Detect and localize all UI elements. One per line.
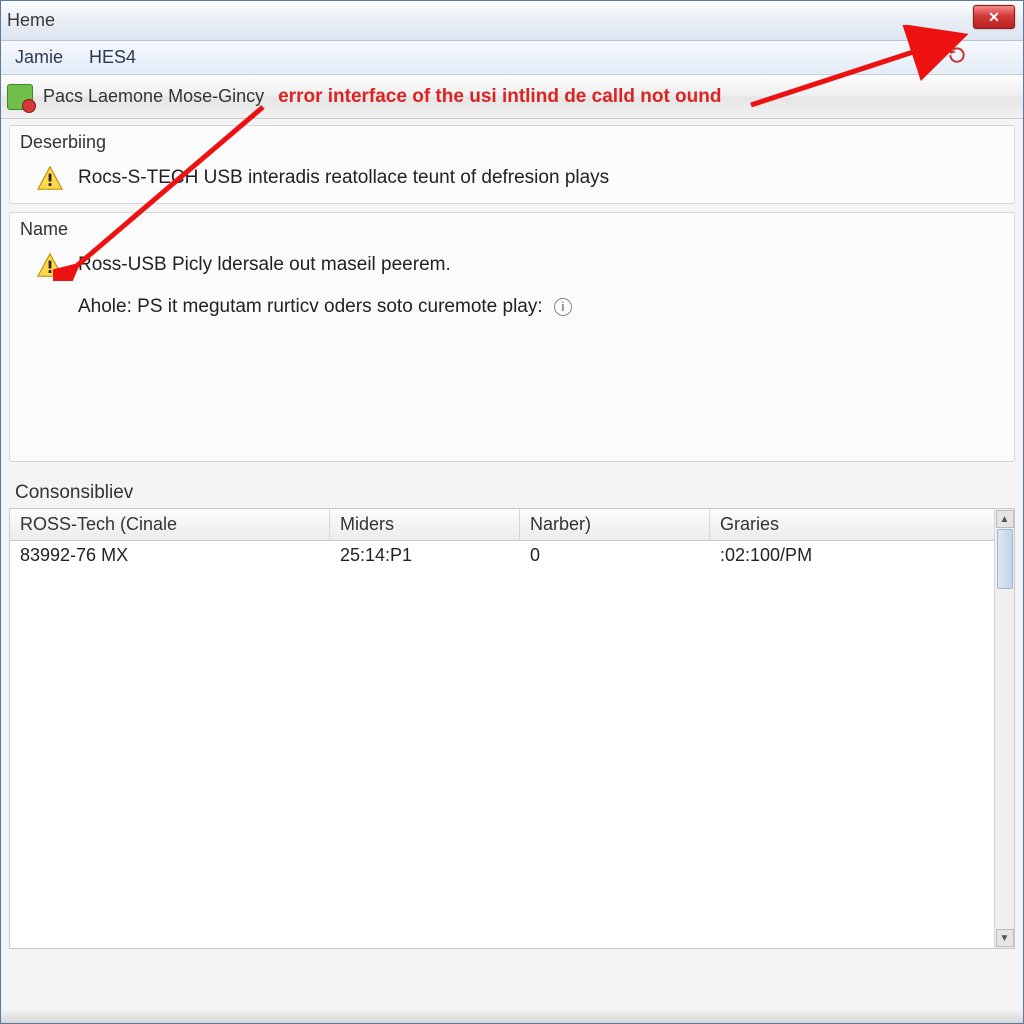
col-header-3[interactable]: Narber): [520, 509, 710, 540]
toolbar: Pacs Laemone Mose-Gincy error interface …: [1, 75, 1023, 119]
toolbar-label: Pacs Laemone Mose-Gincy: [43, 86, 264, 107]
name-text-block: Ross-USB Picly ldersale out maseil peere…: [78, 252, 572, 319]
name-text-2-content: Ahole: PS it megutam rurticv oders soto …: [78, 296, 543, 317]
group-row: Ross-USB Picly ldersale out maseil peere…: [10, 242, 1014, 321]
name-text-2: Ahole: PS it megutam rurticv oders soto …: [78, 294, 572, 320]
col-header-4[interactable]: Graries: [710, 509, 1014, 540]
scrollbar[interactable]: ▲ ▼: [994, 509, 1014, 948]
info-icon[interactable]: i: [554, 298, 572, 316]
scroll-track[interactable]: [996, 529, 1014, 928]
cell: 25:14:P1: [330, 541, 520, 571]
table-title: Consonsibliev: [9, 480, 1015, 509]
cell: 0: [520, 541, 710, 571]
window-title: Heme: [7, 10, 55, 31]
panel-area: Deserbiing Rocs-S-TECH USB interadis rea…: [1, 119, 1023, 955]
group-header-describing: Deserbiing: [10, 126, 1014, 155]
cell: :02:100/PM: [710, 541, 1014, 571]
table-row[interactable]: 83992-76 MX 25:14:P1 0 :02:100/PM: [10, 541, 1014, 571]
menu-item-jamie[interactable]: Jamie: [5, 43, 73, 72]
error-annotation: error interface of the usi intlind de ca…: [278, 86, 721, 108]
data-grid: ROSS-Tech (Cinale Miders Narber) Graries…: [9, 509, 1015, 949]
grid-header: ROSS-Tech (Cinale Miders Narber) Graries: [10, 509, 1014, 541]
app-window: Heme ✕ Jamie HES4 Pacs Laemone Mose-Ginc…: [0, 0, 1024, 1024]
scroll-up-button[interactable]: ▲: [996, 510, 1014, 528]
group-row: Rocs-S-TECH USB interadis reatollace teu…: [10, 155, 1014, 193]
menu-item-hes4[interactable]: HES4: [79, 43, 146, 72]
close-icon: ✕: [988, 9, 1000, 26]
bottom-shadow: [1, 1009, 1023, 1023]
close-button[interactable]: ✕: [973, 5, 1015, 29]
table-section: Consonsibliev ROSS-Tech (Cinale Miders N…: [9, 480, 1015, 949]
name-text-1: Ross-USB Picly ldersale out maseil peere…: [78, 252, 572, 278]
group-describing: Deserbiing Rocs-S-TECH USB interadis rea…: [9, 125, 1015, 204]
title-bar: Heme ✕: [1, 1, 1023, 41]
col-header-2[interactable]: Miders: [330, 509, 520, 540]
describing-text: Rocs-S-TECH USB interadis reatollace teu…: [78, 165, 609, 191]
group-name: Name Ross-USB Picly ldersale out maseil …: [9, 212, 1015, 462]
scroll-thumb[interactable]: [997, 529, 1013, 589]
device-status-icon[interactable]: [7, 84, 33, 110]
col-header-1[interactable]: ROSS-Tech (Cinale: [10, 509, 330, 540]
group-header-name: Name: [10, 213, 1014, 242]
scroll-down-button[interactable]: ▼: [996, 929, 1014, 947]
warning-icon: [36, 165, 64, 191]
menu-bar: Jamie HES4: [1, 41, 1023, 75]
warning-icon: [36, 252, 64, 278]
cell: 83992-76 MX: [10, 541, 330, 571]
refresh-icon[interactable]: [947, 45, 967, 65]
